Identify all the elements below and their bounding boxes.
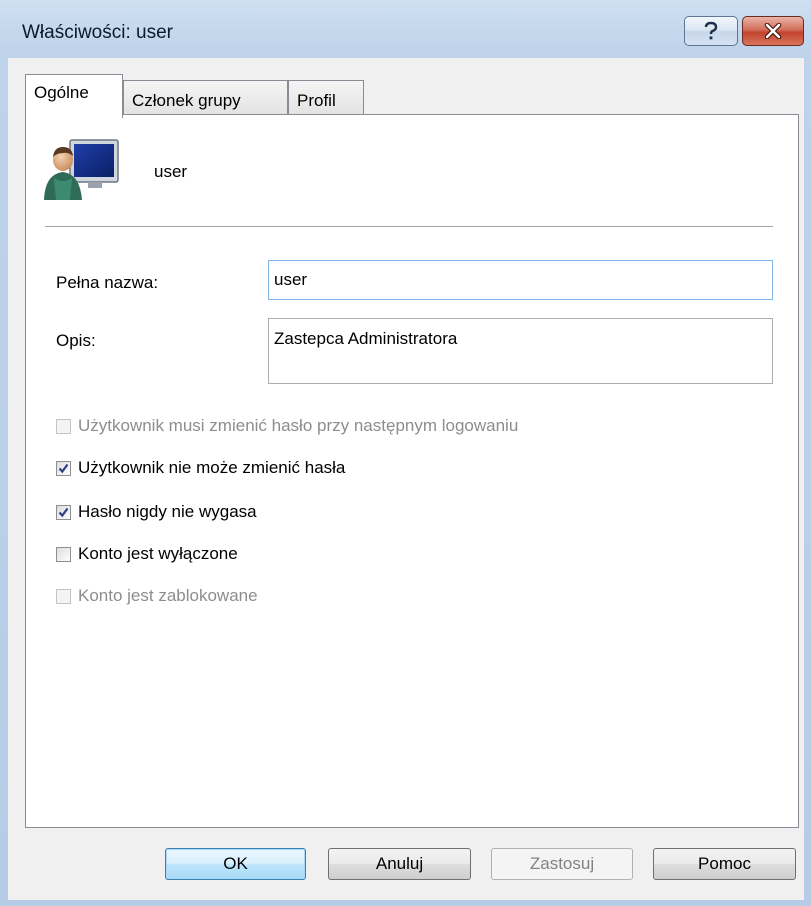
- checkbox-label: Konto jest zablokowane: [78, 586, 258, 605]
- checkbox-password-never-expires[interactable]: Hasło nigdy nie wygasa: [56, 502, 257, 522]
- close-button[interactable]: [742, 16, 804, 46]
- help-title-button[interactable]: [684, 16, 738, 46]
- user-computer-icon: [44, 139, 119, 200]
- checkbox-account-disabled[interactable]: Konto jest wyłączone: [56, 544, 238, 564]
- checkbox-label: Użytkownik musi zmienić hasło przy nastę…: [78, 416, 519, 435]
- description-label: Opis:: [56, 331, 96, 350]
- separator: [45, 226, 773, 227]
- full-name-label: Pełna nazwa:: [56, 273, 159, 292]
- properties-dialog: Właściwości: user Ogólne Członek grupy P…: [0, 0, 811, 906]
- cancel-button[interactable]: Anuluj: [328, 848, 471, 880]
- checkbox-box[interactable]: [56, 460, 71, 476]
- close-x-icon: [764, 23, 782, 39]
- user-name-display: user: [154, 162, 188, 181]
- checkbox-label: Hasło nigdy nie wygasa: [78, 502, 257, 521]
- checkbox-cannot-change-password[interactable]: Użytkownik nie może zmienić hasła: [56, 458, 345, 478]
- checkbox-label: Konto jest wyłączone: [78, 544, 238, 563]
- help-button[interactable]: Pomoc: [653, 848, 796, 880]
- apply-button[interactable]: Zastosuj: [491, 848, 633, 880]
- dialog-client-area: Ogólne Członek grupy Profil user Pełna n…: [8, 58, 804, 900]
- help-question-icon: [704, 21, 718, 40]
- checkmark-icon: [58, 507, 69, 517]
- description-input[interactable]: Zastepca Administratora: [268, 318, 773, 384]
- checkbox-label: Użytkownik nie może zmienić hasła: [78, 458, 346, 477]
- general-tab-content: user Pełna nazwa: Opis: Zastepca Adminis…: [8, 58, 804, 900]
- window-title: Właściwości: user: [22, 22, 173, 43]
- checkbox-account-locked[interactable]: Konto jest zablokowane: [56, 586, 258, 606]
- checkbox-box[interactable]: [56, 588, 71, 604]
- ok-button[interactable]: OK: [165, 848, 306, 880]
- full-name-input[interactable]: [268, 260, 773, 300]
- title-bar[interactable]: Właściwości: user: [0, 0, 811, 58]
- checkmark-icon: [58, 463, 69, 473]
- checkbox-box[interactable]: [56, 418, 71, 434]
- checkbox-box[interactable]: [56, 504, 71, 520]
- checkbox-must-change-password[interactable]: Użytkownik musi zmienić hasło przy nastę…: [56, 416, 518, 436]
- checkbox-box[interactable]: [56, 546, 71, 562]
